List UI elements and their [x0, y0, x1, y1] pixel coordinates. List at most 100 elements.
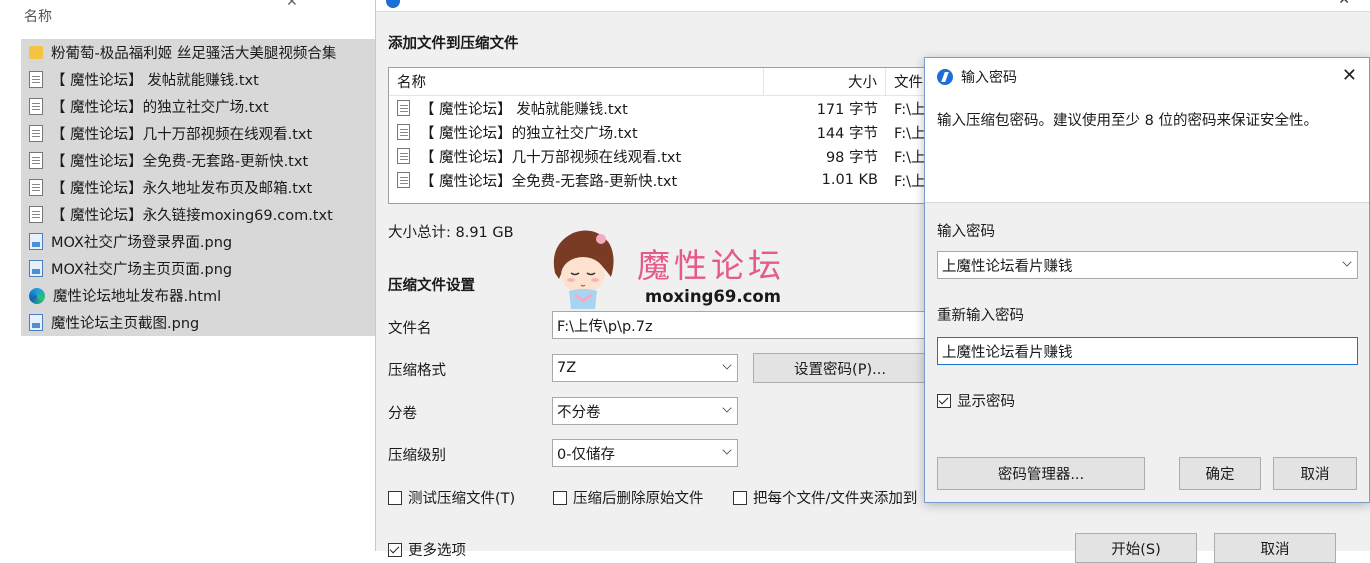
app-icon: [937, 69, 953, 85]
file-name: MOX社交广场主页页面.png: [51, 262, 233, 278]
show-password-checkbox[interactable]: 显示密码: [937, 390, 1015, 411]
level-select[interactable]: 0-仅储存: [552, 439, 738, 467]
file-list-table: 名称 大小 文件 【 魔性论坛】 发帖就能赚钱.txt 171 字节 F:\上 …: [388, 67, 948, 204]
txt-file-icon: [29, 152, 43, 169]
file-name: 粉葡萄-极品福利姬 丝足骚活大美腿视频合集: [51, 46, 337, 62]
checkbox-box: [937, 393, 951, 408]
chevron-down-icon: [722, 445, 732, 455]
format-select[interactable]: 7Z: [552, 354, 738, 382]
file-row[interactable]: 粉葡萄-极品福利姬 丝足骚活大美腿视频合集: [21, 39, 375, 66]
txt-file-icon: [397, 124, 410, 140]
file-name: 魔性论坛地址发布器.html: [53, 289, 222, 305]
file-name: MOX社交广场登录界面.png: [51, 235, 233, 251]
file-row[interactable]: 【 魔性论坛】几十万部视频在线观看.txt: [21, 120, 375, 147]
watermark: 魔性论坛 moxing69.com: [545, 225, 815, 310]
description-panel: 输入压缩包密码。建议使用至少 8 位的密码来保证安全性。: [925, 96, 1369, 203]
each-to-separate-checkbox[interactable]: 把每个文件/文件夹添加到: [733, 487, 917, 508]
file-explorer: 名称 ✕ 粉葡萄-极品福利姬 丝足骚活大美腿视频合集 【 魔性论坛】 发帖就能赚…: [0, 0, 375, 551]
file-row[interactable]: 【 魔性论坛】的独立社交广场.txt: [21, 93, 375, 120]
close-icon[interactable]: ✕: [1338, 0, 1350, 8]
name-column-header[interactable]: 名称: [389, 68, 764, 95]
table-row[interactable]: 【 魔性论坛】全免费-无套路-更新快.txt 1.01 KB F:\上: [389, 168, 947, 192]
table-row[interactable]: 【 魔性论坛】 发帖就能赚钱.txt 171 字节 F:\上: [389, 96, 947, 120]
enter-password-label: 输入密码: [937, 224, 995, 240]
password-combobox[interactable]: 上魔性论坛看片赚钱: [937, 251, 1358, 279]
password-description: 输入压缩包密码。建议使用至少 8 位的密码来保证安全性。: [937, 113, 1318, 129]
table-row[interactable]: 【 魔性论坛】的独立社交广场.txt 144 字节 F:\上: [389, 120, 947, 144]
start-button[interactable]: 开始(S): [1075, 533, 1197, 563]
png-file-icon: [29, 233, 43, 250]
close-icon[interactable]: ✕: [286, 0, 298, 10]
cartoon-girl-logo: [553, 230, 614, 309]
password-manager-button[interactable]: 密码管理器...: [937, 457, 1145, 490]
password-dialog: 输入密码 ✕ 输入压缩包密码。建议使用至少 8 位的密码来保证安全性。 输入密码…: [924, 57, 1370, 503]
total-size: 大小总计: 8.91 GB: [388, 225, 514, 241]
close-icon[interactable]: ✕: [1342, 65, 1357, 86]
watermark-url: moxing69.com: [645, 287, 781, 306]
chevron-down-icon: [722, 360, 732, 370]
ok-button[interactable]: 确定: [1179, 457, 1261, 490]
row-path: F:\上: [894, 125, 926, 142]
row-size: 171 字节: [816, 101, 878, 118]
name-column-header[interactable]: 名称: [24, 6, 52, 26]
file-name: 【 魔性论坛】 发帖就能赚钱.txt: [51, 73, 259, 89]
file-row[interactable]: 魔性论坛地址发布器.html: [21, 282, 375, 309]
test-archive-checkbox[interactable]: 测试压缩文件(T): [388, 487, 515, 508]
row-path: F:\上: [894, 101, 926, 118]
png-file-icon: [29, 260, 43, 277]
row-path: F:\上: [894, 173, 926, 190]
txt-file-icon: [29, 206, 43, 223]
checkbox-label: 把每个文件/文件夹添加到: [753, 491, 918, 507]
split-select[interactable]: 不分卷: [552, 397, 738, 425]
format-value: 7Z: [557, 360, 577, 376]
txt-file-icon: [397, 148, 410, 164]
cancel-button[interactable]: 取消: [1273, 457, 1357, 490]
checkbox-box: [388, 542, 402, 557]
file-row[interactable]: MOX社交广场主页页面.png: [21, 255, 375, 282]
file-row[interactable]: 【 魔性论坛】永久地址发布页及邮箱.txt: [21, 174, 375, 201]
delete-after-checkbox[interactable]: 压缩后删除原始文件: [553, 487, 704, 508]
file-row[interactable]: 【 魔性论坛】永久链接moxing69.com.txt: [21, 201, 375, 228]
size-column-header[interactable]: 大小: [764, 68, 886, 95]
file-row[interactable]: 【 魔性论坛】 发帖就能赚钱.txt: [21, 66, 375, 93]
file-name: 【 魔性论坛】的独立社交广场.txt: [51, 100, 269, 116]
chevron-down-icon: [722, 403, 732, 413]
settings-title: 压缩文件设置: [388, 278, 475, 294]
file-list: 粉葡萄-极品福利姬 丝足骚活大美腿视频合集 【 魔性论坛】 发帖就能赚钱.txt…: [21, 39, 375, 336]
folder-icon: [29, 46, 43, 59]
row-size: 1.01 KB: [821, 172, 878, 188]
checkbox-label: 压缩后删除原始文件: [573, 491, 704, 507]
checkbox-box: [553, 490, 567, 505]
png-file-icon: [29, 314, 43, 331]
file-name: 【 魔性论坛】永久地址发布页及邮箱.txt: [51, 181, 313, 197]
table-row[interactable]: 【 魔性论坛】几十万部视频在线观看.txt 98 字节 F:\上: [389, 144, 947, 168]
checkbox-box: [733, 490, 747, 505]
txt-file-icon: [397, 172, 410, 188]
file-row[interactable]: 魔性论坛主页截图.png: [21, 309, 375, 336]
txt-file-icon: [29, 179, 43, 196]
file-row[interactable]: 【 魔性论坛】全免费-无套路-更新快.txt: [21, 147, 375, 174]
compress-titlebar: ✕: [376, 0, 1370, 12]
chevron-down-icon: [1342, 257, 1352, 267]
file-name: 【 魔性论坛】永久链接moxing69.com.txt: [51, 208, 333, 224]
watermark-chinese-text: 魔性论坛: [637, 246, 785, 285]
row-path: F:\上: [894, 149, 926, 166]
row-name: 【 魔性论坛】的独立社交广场.txt: [420, 125, 638, 142]
row-size: 144 字节: [816, 125, 878, 142]
filename-input[interactable]: F:\上传\p\p.7z: [552, 311, 932, 339]
password-value: 上魔性论坛看片赚钱: [942, 258, 1073, 275]
filename-label: 文件名: [388, 321, 432, 337]
txt-file-icon: [29, 71, 43, 88]
row-size: 98 字节: [825, 149, 878, 166]
set-password-button[interactable]: 设置密码(P)...: [753, 353, 927, 383]
row-name: 【 魔性论坛】 发帖就能赚钱.txt: [420, 101, 628, 118]
path-column-header[interactable]: 文件: [886, 71, 923, 92]
more-options-checkbox[interactable]: 更多选项: [388, 539, 466, 560]
password-titlebar: 输入密码 ✕: [925, 58, 1369, 96]
split-value: 不分卷: [557, 404, 601, 421]
reenter-password-input[interactable]: 上魔性论坛看片赚钱: [937, 337, 1358, 365]
level-value: 0-仅储存: [557, 446, 615, 463]
checkbox-label: 测试压缩文件(T): [408, 491, 516, 507]
cancel-button[interactable]: 取消: [1214, 533, 1336, 563]
file-row[interactable]: MOX社交广场登录界面.png: [21, 228, 375, 255]
